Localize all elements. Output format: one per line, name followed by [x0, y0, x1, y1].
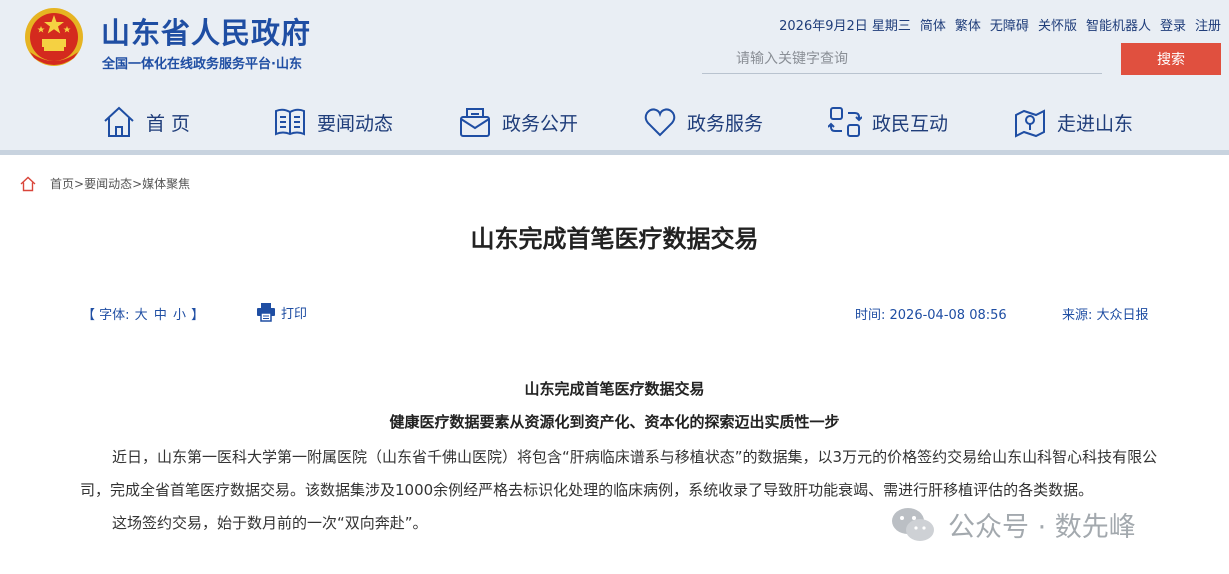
publish-time: 时间: 2026-04-08 08:56 [855, 308, 1007, 323]
breadcrumb-media[interactable]: 媒体聚焦 [142, 175, 190, 192]
current-date: 2026年9月2日 星期三 [779, 19, 911, 34]
font-size-large[interactable]: 大 [135, 308, 148, 323]
article-subheading: 健康医疗数据要素从资源化到资产化、资本化的探索迈出实质性一步 [389, 413, 840, 431]
link-traditional[interactable]: 繁体 [955, 15, 981, 34]
link-chatbot[interactable]: 智能机器人 [1086, 15, 1151, 34]
link-care-version[interactable]: 关怀版 [1038, 15, 1077, 34]
site-header: 山东省人民政府 全国一体化在线政务服务平台·山东 2026年9月2日 星期三 简… [0, 0, 1229, 155]
link-accessibility[interactable]: 无障碍 [990, 15, 1029, 34]
link-simplified[interactable]: 简体 [920, 15, 946, 34]
wechat-watermark: 公众号 · 数先峰 [890, 505, 1136, 544]
home-icon[interactable] [20, 176, 36, 192]
font-label-open: 【 字体: [82, 308, 130, 323]
map-pin-icon [1015, 109, 1045, 138]
article-subtitle: 山东完成首笔医疗数据交易 [524, 380, 705, 398]
inbox-icon [460, 108, 490, 137]
nav-item-gov-open[interactable]: 政务公开 [458, 100, 578, 144]
article-paragraph: 近日，山东第一医科大学第一附属医院（山东省千佛山医院）将包含“肝病临床谱系与移植… [80, 448, 1158, 499]
national-emblem-icon[interactable] [22, 6, 86, 72]
print-button[interactable]: 打印 [256, 302, 307, 322]
book-icon [275, 108, 305, 136]
breadcrumb-home[interactable]: 首页> [50, 175, 84, 192]
top-links: 2026年9月2日 星期三 简体 繁体 无障碍 关怀版 智能机器人 登录 注册 [779, 15, 1221, 34]
font-size-controls: 【 字体: 大 中 小 】 [82, 304, 204, 323]
header-divider [0, 150, 1229, 155]
nav-item-shandong[interactable]: 走进山东 [1013, 100, 1133, 144]
breadcrumb-news[interactable]: 要闻动态> [84, 175, 142, 192]
font-label-close: 】 [191, 308, 205, 323]
search-button[interactable]: 搜索 [1121, 43, 1221, 75]
font-size-small[interactable]: 小 [173, 308, 186, 323]
home-icon [104, 106, 134, 137]
search-input[interactable] [702, 45, 1102, 74]
nav-label: 首 页 [146, 112, 191, 135]
font-size-medium[interactable]: 中 [154, 308, 167, 323]
nav-label: 政民互动 [872, 112, 949, 135]
nav-item-news[interactable]: 要闻动态 [273, 100, 393, 144]
nav-label: 走进山东 [1057, 112, 1134, 135]
breadcrumb: 首页> 要闻动态> 媒体聚焦 [20, 175, 190, 192]
print-label: 打印 [281, 306, 308, 322]
nav-label: 政务服务 [687, 112, 764, 135]
wechat-icon [892, 507, 934, 541]
article-title: 山东完成首笔医疗数据交易 [470, 225, 759, 253]
site-subtitle: 全国一体化在线政务服务平台·山东 [102, 57, 302, 72]
nav-label: 要闻动态 [317, 112, 394, 135]
nav-label: 政务公开 [502, 112, 579, 135]
watermark-text: 公众号 · 数先峰 [948, 512, 1136, 543]
link-register[interactable]: 注册 [1195, 15, 1221, 34]
printer-icon [257, 303, 275, 322]
nav-item-home[interactable]: 首 页 [102, 100, 190, 144]
main-nav: 首 页 要闻动态 政务公开 政务服务 政民互动 走进山东 [0, 100, 1229, 144]
article-source: 来源: 大众日报 [1062, 308, 1149, 323]
interaction-icon [828, 107, 862, 137]
nav-item-gov-service[interactable]: 政务服务 [643, 100, 763, 144]
heart-icon [644, 108, 676, 137]
site-title[interactable]: 山东省人民政府 [101, 10, 311, 52]
nav-item-interaction[interactable]: 政民互动 [828, 100, 948, 144]
link-login[interactable]: 登录 [1160, 15, 1186, 34]
